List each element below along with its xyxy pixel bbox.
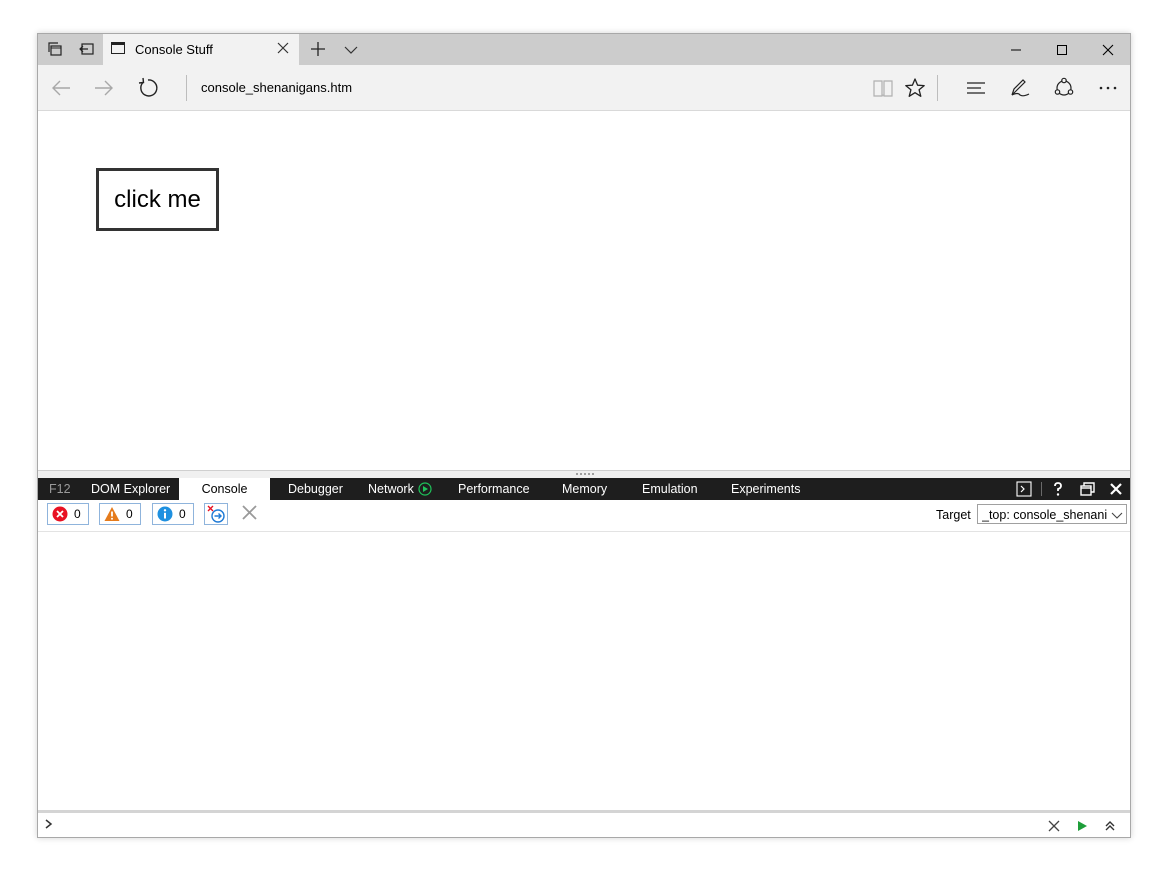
target-select-value: _top: console_shenanigans.htm bbox=[982, 508, 1107, 522]
undock-icon[interactable] bbox=[1076, 478, 1098, 500]
page-icon bbox=[111, 42, 125, 54]
close-window-button[interactable] bbox=[1084, 34, 1130, 65]
show-console-icon[interactable] bbox=[1013, 478, 1035, 500]
close-devtools-icon[interactable] bbox=[1105, 478, 1127, 500]
reading-view-icon[interactable] bbox=[872, 77, 894, 99]
tab-debugger[interactable]: Debugger bbox=[288, 478, 343, 500]
forward-icon[interactable] bbox=[93, 77, 115, 99]
devtools-separator bbox=[1041, 482, 1042, 496]
prompt-chevron-icon bbox=[44, 818, 54, 833]
navigation-bar: console_shenanigans.htm bbox=[38, 65, 1130, 111]
address-bar-url[interactable]: console_shenanigans.htm bbox=[201, 80, 352, 95]
expand-input-icon[interactable] bbox=[1103, 819, 1117, 833]
tab-emulation[interactable]: Emulation bbox=[642, 478, 698, 500]
web-note-pen-icon[interactable] bbox=[1009, 77, 1031, 99]
share-icon[interactable] bbox=[1053, 77, 1075, 99]
minimize-button[interactable] bbox=[992, 34, 1038, 65]
page-content: click me bbox=[38, 111, 1130, 470]
console-output-area[interactable] bbox=[38, 532, 1130, 810]
toolbar-separator bbox=[937, 75, 938, 101]
tab-experiments[interactable]: Experiments bbox=[731, 478, 800, 500]
tab-preview-chevron-icon[interactable] bbox=[343, 42, 359, 58]
new-tab-icon[interactable] bbox=[310, 41, 326, 57]
error-count: 0 bbox=[74, 507, 81, 521]
tab-memory[interactable]: Memory bbox=[562, 478, 607, 500]
network-record-icon bbox=[418, 482, 432, 499]
clear-console-button[interactable] bbox=[238, 503, 262, 525]
tab-title: Console Stuff bbox=[135, 42, 213, 57]
warning-icon bbox=[104, 506, 120, 522]
help-icon[interactable] bbox=[1047, 478, 1069, 500]
info-count: 0 bbox=[179, 507, 186, 521]
title-bar: Console Stuff bbox=[38, 34, 1130, 65]
tab-dom-explorer[interactable]: DOM Explorer bbox=[91, 478, 170, 500]
devtools-tab-bar: F12 DOM Explorer Console Debugger Networ… bbox=[38, 478, 1130, 500]
address-separator bbox=[186, 75, 187, 101]
click-me-button[interactable]: click me bbox=[96, 168, 219, 231]
more-menu-icon[interactable] bbox=[1097, 77, 1119, 99]
set-tabs-aside-icon[interactable] bbox=[79, 41, 95, 57]
close-tab-icon[interactable] bbox=[275, 40, 291, 56]
tab-manager-icon[interactable] bbox=[47, 41, 63, 57]
hub-icon[interactable] bbox=[965, 77, 987, 99]
browser-window: Console Stuff console_shenanigans.htm cl… bbox=[37, 33, 1131, 838]
warnings-filter-button[interactable]: 0 bbox=[99, 503, 141, 525]
info-icon bbox=[157, 506, 173, 522]
tab-console-stuff[interactable]: Console Stuff bbox=[103, 34, 299, 65]
tab-network[interactable]: Network bbox=[368, 478, 414, 500]
maximize-button[interactable] bbox=[1038, 34, 1084, 65]
clear-icon bbox=[242, 505, 257, 520]
clear-on-navigate-icon bbox=[207, 505, 225, 523]
clear-on-navigate-toggle[interactable] bbox=[204, 503, 228, 525]
info-filter-button[interactable]: 0 bbox=[152, 503, 194, 525]
splitter-grip-icon[interactable] bbox=[576, 473, 594, 475]
clear-input-icon[interactable] bbox=[1047, 819, 1061, 833]
chevron-down-icon bbox=[1111, 509, 1123, 523]
devtools-f12-label: F12 bbox=[49, 482, 71, 496]
tab-console[interactable]: Console bbox=[179, 478, 270, 500]
console-input-bar[interactable] bbox=[38, 810, 1130, 837]
target-select[interactable]: _top: console_shenanigans.htm bbox=[977, 504, 1127, 524]
target-label: Target bbox=[936, 508, 971, 522]
warning-count: 0 bbox=[126, 507, 133, 521]
error-icon bbox=[52, 506, 68, 522]
tab-performance[interactable]: Performance bbox=[458, 478, 530, 500]
console-toolbar: 0 0 0 Target _top: console_shenanigans.h… bbox=[38, 500, 1130, 532]
back-icon[interactable] bbox=[50, 77, 72, 99]
favorite-star-icon[interactable] bbox=[904, 77, 926, 99]
refresh-icon[interactable] bbox=[137, 77, 159, 99]
errors-filter-button[interactable]: 0 bbox=[47, 503, 89, 525]
run-script-icon[interactable] bbox=[1075, 819, 1089, 833]
